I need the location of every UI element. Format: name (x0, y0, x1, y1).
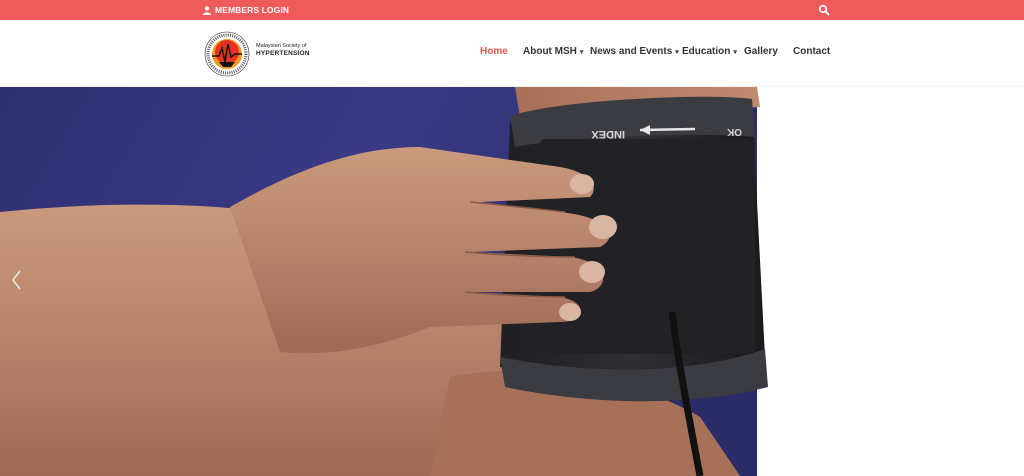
nav-gallery-label: Gallery (744, 46, 778, 57)
search-icon[interactable] (818, 4, 830, 16)
members-login-label: MEMBERS LOGIN (215, 5, 290, 15)
nav-education[interactable]: Education ▾ (682, 46, 737, 57)
nav-contact[interactable]: Contact (793, 46, 830, 57)
nav-about-msh-label: About MSH (523, 46, 577, 57)
nav-contact-label: Contact (793, 46, 831, 57)
site-header: Malaysian Society of HYPERTENSION Home A… (0, 20, 1024, 87)
logo-line-1: Malaysian Society of (256, 43, 307, 49)
nav-education-label: Education (682, 46, 731, 57)
user-icon (203, 5, 211, 15)
chevron-down-icon: ▾ (579, 48, 584, 56)
nav-home-label: Home (480, 46, 508, 57)
cuff-text: INDEX (591, 128, 625, 140)
logo-emblem (204, 31, 250, 77)
nav-news-events[interactable]: News and Events ▾ (590, 46, 679, 57)
chevron-left-icon[interactable] (8, 267, 24, 293)
site-logo[interactable]: Malaysian Society of HYPERTENSION (203, 30, 313, 78)
hero-image: INDEX OK (0, 87, 1024, 476)
nav-news-events-label: News and Events (590, 46, 673, 57)
nav-about-msh[interactable]: About MSH ▾ (523, 46, 583, 57)
top-bar: MEMBERS LOGIN (0, 0, 1024, 20)
hero-slider: INDEX OK (0, 87, 1024, 476)
chevron-down-icon: ▾ (675, 48, 679, 56)
chevron-down-icon: ▾ (733, 48, 737, 56)
nav-gallery[interactable]: Gallery (744, 46, 778, 57)
logo-text: Malaysian Society of HYPERTENSION (256, 43, 310, 57)
nav-home[interactable]: Home (480, 46, 508, 57)
logo-line-2: HYPERTENSION (256, 50, 310, 57)
members-login-link[interactable]: MEMBERS LOGIN (203, 3, 289, 17)
cuff-text-ok: OK (726, 126, 742, 137)
